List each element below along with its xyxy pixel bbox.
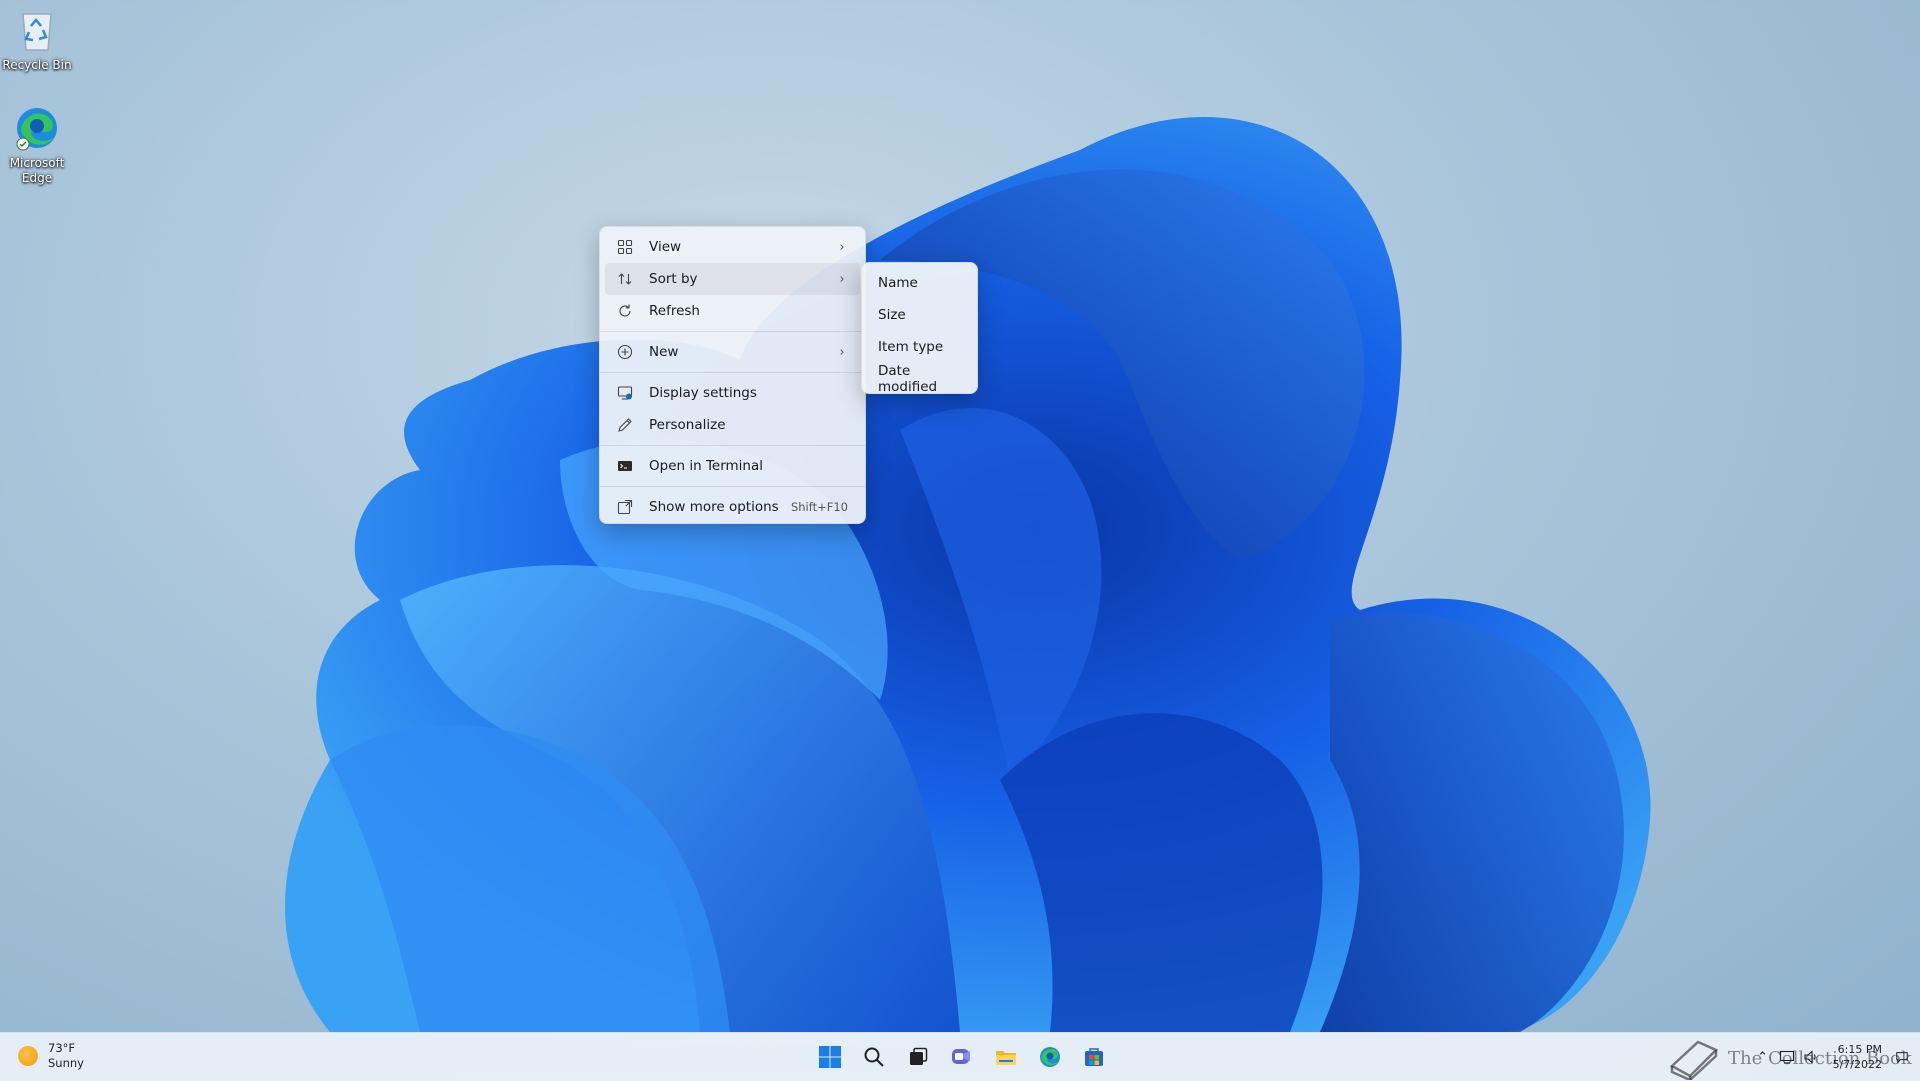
watermark: The Collection Book	[1668, 1036, 1912, 1080]
chevron-right-icon: ›	[839, 239, 845, 255]
file-explorer-icon	[996, 1051, 1016, 1065]
display-settings-icon	[615, 383, 635, 403]
start-icon	[819, 1046, 841, 1068]
sort-by-submenu: Name Size Item type Date modified	[861, 262, 978, 395]
menu-separator	[600, 331, 865, 332]
store-icon	[1085, 1048, 1103, 1066]
menu-separator	[600, 486, 865, 487]
terminal-icon	[615, 456, 635, 476]
chevron-right-icon: ›	[839, 344, 845, 360]
menu-item-label: Display settings	[649, 385, 757, 401]
menu-item-label: Show more options	[649, 499, 779, 515]
pen-icon	[615, 415, 635, 435]
edge-label: Microsoft Edge	[9, 156, 65, 185]
menu-item-refresh[interactable]: Refresh	[605, 295, 860, 327]
taskbar: 73°F Sunny ⌃ 6:15 PM 5/7/2022	[0, 1032, 1920, 1081]
chat-button[interactable]	[944, 1039, 980, 1075]
menu-separator	[600, 445, 865, 446]
menu-item-new[interactable]: New ›	[605, 336, 860, 368]
taskbar-apps	[812, 1039, 1120, 1075]
menu-separator	[600, 372, 865, 373]
sort-icon	[615, 269, 635, 289]
recycle-bin-label: Recycle Bin	[2, 58, 72, 72]
submenu-item-name[interactable]: Name	[866, 267, 973, 299]
edge-button[interactable]	[1032, 1039, 1068, 1075]
menu-item-label: Refresh	[649, 303, 700, 319]
weather-widget[interactable]: 73°F Sunny	[18, 1041, 84, 1071]
refresh-icon	[615, 301, 635, 321]
menu-item-personalize[interactable]: Personalize	[605, 409, 860, 441]
menu-item-label: Personalize	[649, 417, 726, 433]
menu-item-label: New	[649, 344, 679, 360]
chevron-right-icon: ›	[839, 271, 845, 287]
desktop-icon-recycle-bin[interactable]: Recycle Bin	[0, 6, 77, 73]
menu-item-label: Sort by	[649, 271, 698, 287]
sun-icon	[18, 1046, 38, 1066]
menu-item-display-settings[interactable]: Display settings	[605, 377, 860, 409]
file-explorer-button[interactable]	[988, 1039, 1024, 1075]
menu-item-label: Open in Terminal	[649, 458, 763, 474]
weather-condition: Sunny	[48, 1056, 84, 1070]
more-options-icon	[615, 497, 635, 517]
plus-circle-icon	[615, 342, 635, 362]
menu-item-open-in-terminal[interactable]: Open in Terminal	[605, 450, 860, 482]
chat-icon	[952, 1049, 970, 1064]
task-view-icon	[910, 1047, 928, 1065]
menu-item-sort-by[interactable]: Sort by ›	[605, 263, 860, 295]
edge-icon	[1040, 1047, 1060, 1067]
desktop-icon-microsoft-edge[interactable]: Microsoft Edge	[0, 104, 77, 186]
submenu-item-date-modified[interactable]: Date modified	[866, 363, 973, 395]
task-view-button[interactable]	[900, 1039, 936, 1075]
search-button[interactable]	[856, 1039, 892, 1075]
start-button[interactable]	[812, 1039, 848, 1075]
menu-item-show-more-options[interactable]: Show more options Shift+F10	[605, 491, 860, 523]
edge-icon	[16, 108, 57, 151]
book-icon	[1669, 1040, 1719, 1080]
weather-temperature: 73°F	[48, 1041, 75, 1055]
store-button[interactable]	[1076, 1039, 1112, 1075]
menu-item-label: View	[649, 239, 682, 255]
desktop-context-menu: View › Sort by › Refresh New › Display s…	[599, 226, 866, 524]
grid-view-icon	[615, 237, 635, 257]
watermark-text: The Collection Book	[1728, 1047, 1912, 1069]
menu-item-view[interactable]: View ›	[605, 231, 860, 263]
recycle-bin-icon	[22, 13, 52, 51]
submenu-item-item-type[interactable]: Item type	[866, 331, 973, 363]
wallpaper-bloom	[285, 117, 1651, 1032]
search-icon	[864, 1047, 884, 1067]
submenu-item-size[interactable]: Size	[866, 299, 973, 331]
shortcut-hint: Shift+F10	[790, 500, 848, 514]
